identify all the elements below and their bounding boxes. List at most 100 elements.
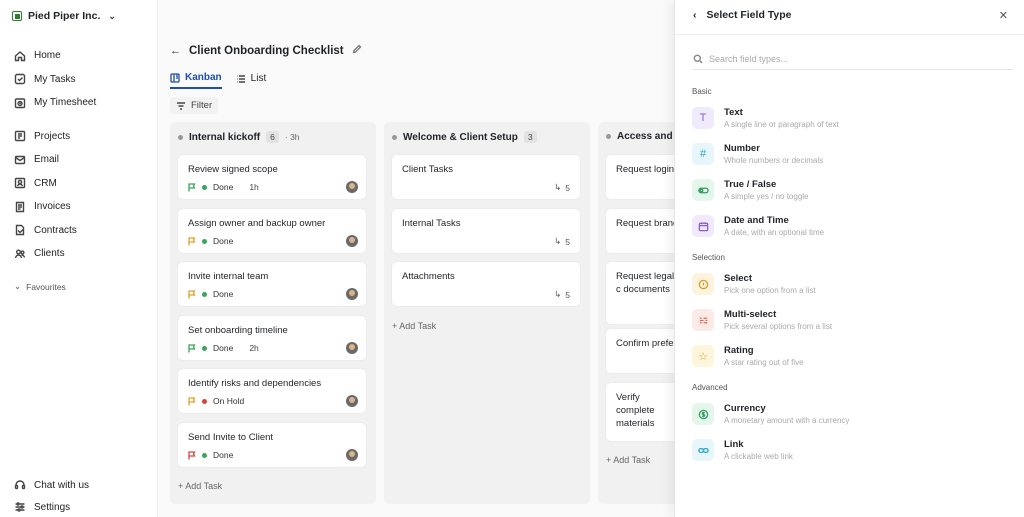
field-desc: A single line or paragraph of text [724,120,839,129]
field-title: Rating [724,345,754,356]
tasks-icon [14,73,26,85]
task-title: Verify complete materials [616,392,655,429]
tab-list[interactable]: List [236,72,266,89]
favourites-label: Favourites [26,281,66,292]
favourites-toggle[interactable]: ⌄ Favourites [14,281,66,292]
back-chevron-icon[interactable]: ‹ [693,9,697,21]
chevron-down-icon: ⌄ [108,10,116,21]
org-switcher[interactable]: Pied Piper Inc. ⌄ [12,10,116,22]
edit-pencil-icon[interactable] [352,44,362,57]
flag-icon [188,182,196,192]
task-card[interactable]: Internal Tasks ↳ 5 [392,209,580,253]
field-type-select[interactable]: Select Pick one option from a list [692,269,1012,299]
nav-bottom: Chat with us Settings [0,474,158,517]
sidebar-item-label: Projects [34,130,71,142]
status-text: Done [213,182,234,192]
divider [675,34,1024,35]
section-label: Basic [692,87,712,96]
flag-icon [188,450,196,460]
kanban-column-internal-kickoff: Internal kickoff 6 · 3h Review signed sc… [170,122,376,504]
field-type-date-time[interactable]: Date and Time A date, with an optional ti… [692,211,1012,241]
task-title: Set onboarding timeline [188,325,288,336]
subtask-count: ↳ 5 [554,289,570,300]
sidebar-item-my-timesheet[interactable]: My Timesheet [0,91,158,115]
timesheet-icon [14,97,26,109]
flag-icon [188,396,196,406]
avatar[interactable] [346,288,358,300]
tab-kanban[interactable]: Kanban [170,72,222,89]
chat-with-us-button[interactable]: Chat with us [0,474,158,496]
sidebar-item-label: Email [34,154,60,166]
field-type-number[interactable]: # Number Whole numbers or decimals [692,139,1012,169]
task-card[interactable]: Invite internal team Done [178,262,366,306]
add-task-button[interactable]: + Add Task [606,455,650,465]
view-tabs: Kanban List [170,72,266,89]
search-icon [693,54,703,63]
invoices-icon [14,201,26,213]
dollar-icon [692,403,714,425]
task-card[interactable]: Client Tasks ↳ 5 [392,155,580,199]
sidebar-item-contracts[interactable]: Contracts [0,219,158,243]
task-meta: Done 1h [188,182,259,192]
sidebar-item-label: Invoices [34,201,71,213]
task-card[interactable]: Send Invite to Client Done [178,423,366,467]
panel-title: Select Field Type [706,9,792,21]
sidebar-item-my-tasks[interactable]: My Tasks [0,68,158,92]
status-dot [202,238,207,244]
sidebar-item-invoices[interactable]: Invoices [0,195,158,219]
task-duration: 2h [249,343,259,353]
task-meta: On Hold [188,396,244,406]
sidebar-item-projects[interactable]: Projects [0,125,158,149]
avatar[interactable] [346,235,358,247]
field-desc: Pick one option from a list [724,286,816,295]
field-title: Currency [724,403,766,414]
status-dot [202,345,207,351]
sidebar-item-home[interactable]: Home [0,44,158,68]
flag-icon [188,236,196,246]
field-title: Date and Time [724,215,789,226]
sidebar-item-clients[interactable]: Clients [0,242,158,266]
page-header: ← Client Onboarding Checklist [170,44,362,57]
column-title: Welcome & Client Setup [403,131,518,143]
add-task-label: + Add Task [392,321,437,331]
task-card[interactable]: Attachments ↳ 5 [392,262,580,306]
subtask-count: ↳ 5 [554,182,570,193]
field-type-currency[interactable]: Currency A monetary amount with a currenc… [692,399,1012,429]
home-icon [14,50,26,62]
close-icon[interactable]: ✕ [999,9,1008,22]
field-type-rating[interactable]: ☆ Rating A star rating out of five [692,341,1012,371]
avatar[interactable] [346,449,358,461]
task-card[interactable]: Set onboarding timeline Done 2h [178,316,366,360]
back-arrow-icon[interactable]: ← [170,45,181,57]
add-task-button[interactable]: + Add Task [178,481,222,491]
avatar[interactable] [346,342,358,354]
tab-label: Kanban [185,72,222,83]
sidebar-item-settings[interactable]: Settings [0,496,158,517]
search-input[interactable] [709,53,999,64]
field-desc: A star rating out of five [724,358,804,367]
column-status-dot [392,134,397,140]
filter-button[interactable]: Filter [170,97,219,114]
task-card[interactable]: Review signed scope Done 1h [178,155,366,199]
sidebar-item-label: Home [34,50,61,62]
field-title: True / False [724,179,777,190]
field-type-text[interactable]: T Text A single line or paragraph of text [692,103,1012,133]
field-title: Multi-select [724,309,777,320]
task-card[interactable]: Identify risks and dependencies On Hold [178,369,366,413]
search-field [693,48,1013,70]
field-type-true-false[interactable]: True / False A simple yes / no toggle [692,175,1012,205]
sidebar-item-crm[interactable]: CRM [0,172,158,196]
avatar[interactable] [346,181,358,193]
task-card[interactable]: Assign owner and backup owner Done [178,209,366,253]
column-title: Internal kickoff [189,131,261,143]
subtask-count-value: 5 [565,182,570,193]
headset-icon [14,479,26,491]
add-task-button[interactable]: + Add Task [392,321,436,331]
avatar[interactable] [346,395,358,407]
org-name: Pied Piper Inc. [28,10,101,22]
kanban-column-welcome-client-setup: Welcome & Client Setup 3 Client Tasks ↳ … [384,122,590,504]
field-type-link[interactable]: Link A clickable web link [692,435,1012,465]
flag-icon [188,343,196,353]
field-type-multi-select[interactable]: Multi-select Pick several options from a … [692,305,1012,335]
sidebar-item-email[interactable]: Email [0,148,158,172]
